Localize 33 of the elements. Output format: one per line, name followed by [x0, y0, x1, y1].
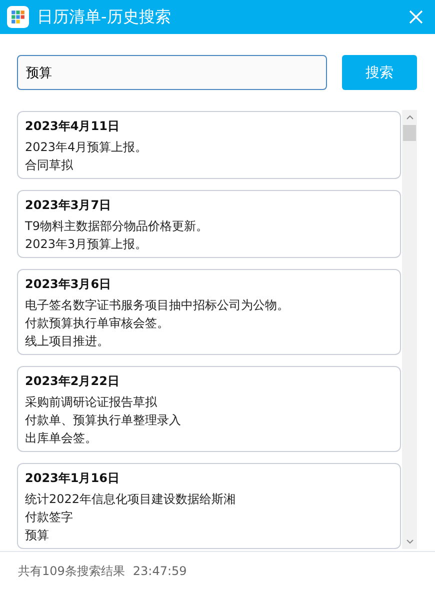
scroll-down-icon[interactable] [406, 539, 414, 544]
result-line: 付款预算执行单审核会签。 [25, 315, 170, 332]
result-date: 2023年2月22日 [25, 373, 120, 390]
result-line: 电子签名数字证书服务项目抽中招标公司为公物。 [25, 297, 290, 314]
search-time: 23:47:59 [132, 564, 187, 578]
result-line: 付款签字 [25, 509, 74, 526]
result-line: 合同草拟 [25, 157, 74, 174]
app-grid-icon [7, 6, 29, 28]
scrollbar[interactable] [402, 110, 417, 549]
result-card[interactable]: 2023年3月7日 T9物料主数据部分物品价格更新。 2023年3月预算上报。 [17, 190, 401, 258]
result-line: T9物料主数据部分物品价格更新。 [25, 218, 209, 235]
close-icon[interactable] [409, 10, 423, 24]
result-date: 2023年3月7日 [25, 197, 112, 214]
scroll-up-icon[interactable] [406, 115, 414, 120]
result-date: 2023年1月16日 [25, 470, 120, 487]
result-line: 付款单、预算执行单整理录入 [25, 412, 182, 429]
result-line: 统计2022年信息化项目建设数据给斯湘 [25, 491, 237, 508]
search-field[interactable]: 预算 [17, 55, 327, 90]
result-line: 2023年3月预算上报。 [25, 236, 148, 253]
result-line: 线上项目推进。 [25, 333, 110, 350]
result-line: 2023年4月预算上报。 [25, 139, 148, 156]
scroll-thumb[interactable] [403, 125, 416, 141]
window-title: 日历清单-历史搜索 [37, 6, 172, 28]
result-line: 预算 [25, 527, 50, 544]
result-card[interactable]: 2023年3月6日 电子签名数字证书服务项目抽中招标公司为公物。 付款预算执行单审核会签。 线上项目推进。 [17, 269, 401, 355]
result-card[interactable]: 2023年1月16日 统计2022年信息化项目建设数据给斯湘 付款签字 预算 [17, 463, 401, 549]
result-date: 2023年3月6日 [25, 276, 112, 293]
result-card[interactable]: 2023年2月22日 采购前调研论证报告草拟 付款单、预算执行单整理录入 出库单会签。 [17, 366, 401, 452]
result-line: 出库单会签。 [25, 430, 98, 447]
result-count: 共有109条搜索结果 [18, 562, 125, 580]
result-date: 2023年4月11日 [25, 118, 120, 135]
result-line: 采购前调研论证报告草拟 [25, 394, 158, 411]
result-card[interactable]: 2023年4月11日 2023年4月预算上报。 合同草拟 [17, 111, 401, 179]
